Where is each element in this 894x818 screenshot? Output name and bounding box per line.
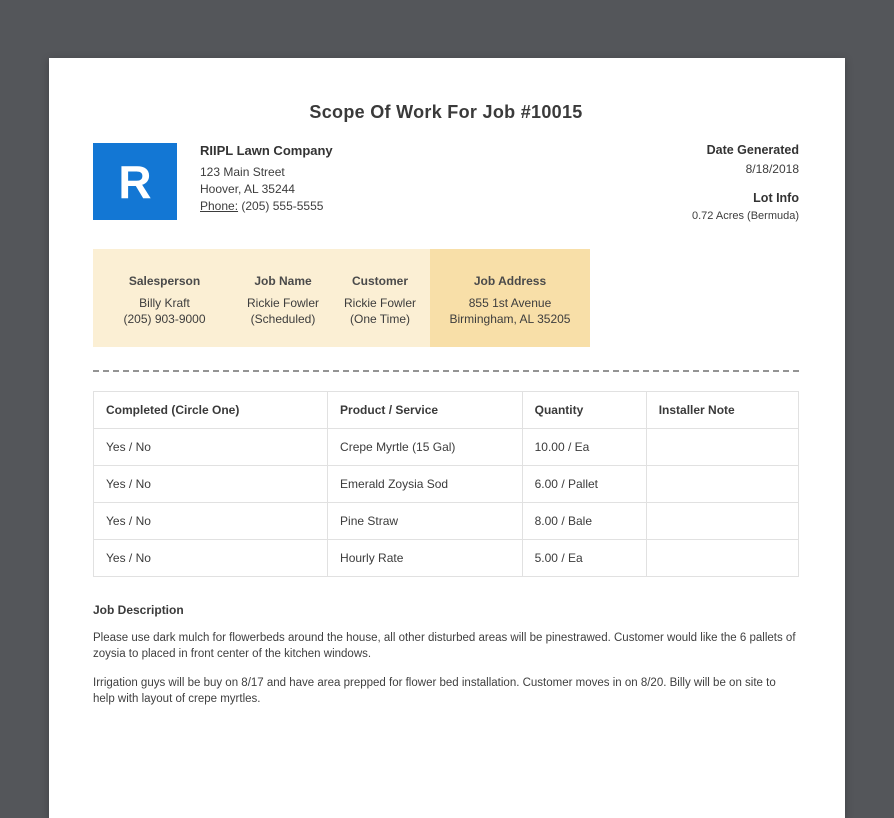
dashed-divider [93,370,799,372]
document-header: R RIIPL Lawn Company 123 Main Street Hoo… [93,143,799,222]
cell-product: Crepe Myrtle (15 Gal) [327,428,523,466]
job-address-label: Job Address [473,274,547,288]
cell-installer-note [645,539,800,577]
document-meta: Date Generated 8/18/2018 Lot Info 0.72 A… [692,143,799,222]
job-description-paragraph: Please use dark mulch for flowerbeds aro… [93,632,796,660]
company-logo: R [93,143,177,220]
cell-completed: Yes / No [92,539,329,577]
document-title: Scope Of Work For Job #10015 [309,102,583,122]
company-address-line2: Hoover, AL 35244 [200,182,295,196]
cell-quantity: 8.00 / Bale [521,502,647,540]
phone-label: Phone: [200,199,239,213]
date-generated-value: 8/18/2018 [745,162,799,176]
customer-label: Customer [351,274,408,288]
lot-info-value: 0.72 Acres (Bermuda) [692,210,799,222]
document-page: Scope Of Work For Job #10015 R RIIPL Law… [49,58,845,818]
job-info-job-address: Job Address 855 1st Avenue Birmingham, A… [430,249,590,347]
work-table: Completed (Circle One) Product / Service… [92,391,800,577]
table-header-row: Completed (Circle One) Product / Service… [92,391,800,429]
job-name-status: (Scheduled) [250,312,316,326]
job-name-value: Rickie Fowler [246,296,319,310]
phone-value: (205) 555-5555 [238,199,324,213]
logo-letter: R [118,155,152,208]
cell-completed: Yes / No [92,428,329,466]
cell-quantity: 6.00 / Pallet [521,465,647,503]
job-address-line2: Birmingham, AL 35205 [449,312,571,326]
header-product-service: Product / Service [327,391,523,429]
job-info-salesperson: Salesperson Billy Kraft (205) 903-9000 [93,249,236,347]
job-info-job-name: Job Name Rickie Fowler (Scheduled) [236,249,330,347]
table-row: Yes / No Hourly Rate 5.00 / Ea [92,539,800,577]
job-info-band: Salesperson Billy Kraft (205) 903-9000 J… [93,249,799,347]
salesperson-name: Billy Kraft [139,296,190,310]
company-phone: Phone: (205) 555-5555 [200,198,333,215]
cell-installer-note [645,428,800,466]
company-name: RIIPL Lawn Company [200,143,333,158]
cell-product: Emerald Zoysia Sod [327,465,523,503]
date-generated-label: Date Generated [706,143,799,157]
job-info-customer: Customer Rickie Fowler (One Time) [330,249,430,347]
header-quantity: Quantity [521,391,647,429]
viewer-backdrop: { "colors": { "backdrop": "#54565a", "lo… [0,0,894,818]
customer-name: Rickie Fowler [343,296,416,310]
table-row: Yes / No Crepe Myrtle (15 Gal) 10.00 / E… [92,428,800,466]
cell-completed: Yes / No [92,502,329,540]
table-row: Yes / No Pine Straw 8.00 / Bale [92,502,800,540]
lot-info-label: Lot Info [753,191,799,205]
job-address-line1: 855 1st Avenue [468,296,552,310]
table-row: Yes / No Emerald Zoysia Sod 6.00 / Palle… [92,465,800,503]
cell-quantity: 10.00 / Ea [521,428,647,466]
salesperson-label: Salesperson [128,274,201,288]
company-address-line1: 123 Main Street [200,165,285,179]
cell-completed: Yes / No [92,465,329,503]
salesperson-phone: (205) 903-9000 [123,312,206,326]
company-info: RIIPL Lawn Company 123 Main Street Hoove… [200,143,333,215]
job-description-heading: Job Description [93,603,184,617]
job-name-label: Job Name [254,274,312,288]
cell-quantity: 5.00 / Ea [521,539,647,577]
header-completed: Completed (Circle One) [92,391,329,429]
cell-product: Pine Straw [327,502,523,540]
cell-installer-note [645,502,800,540]
header-installer-note: Installer Note [645,391,800,429]
job-description-paragraph: Irrigation guys will be buy on 8/17 and … [93,677,776,705]
customer-type: (One Time) [349,312,410,326]
cell-installer-note [645,465,800,503]
cell-product: Hourly Rate [327,539,523,577]
